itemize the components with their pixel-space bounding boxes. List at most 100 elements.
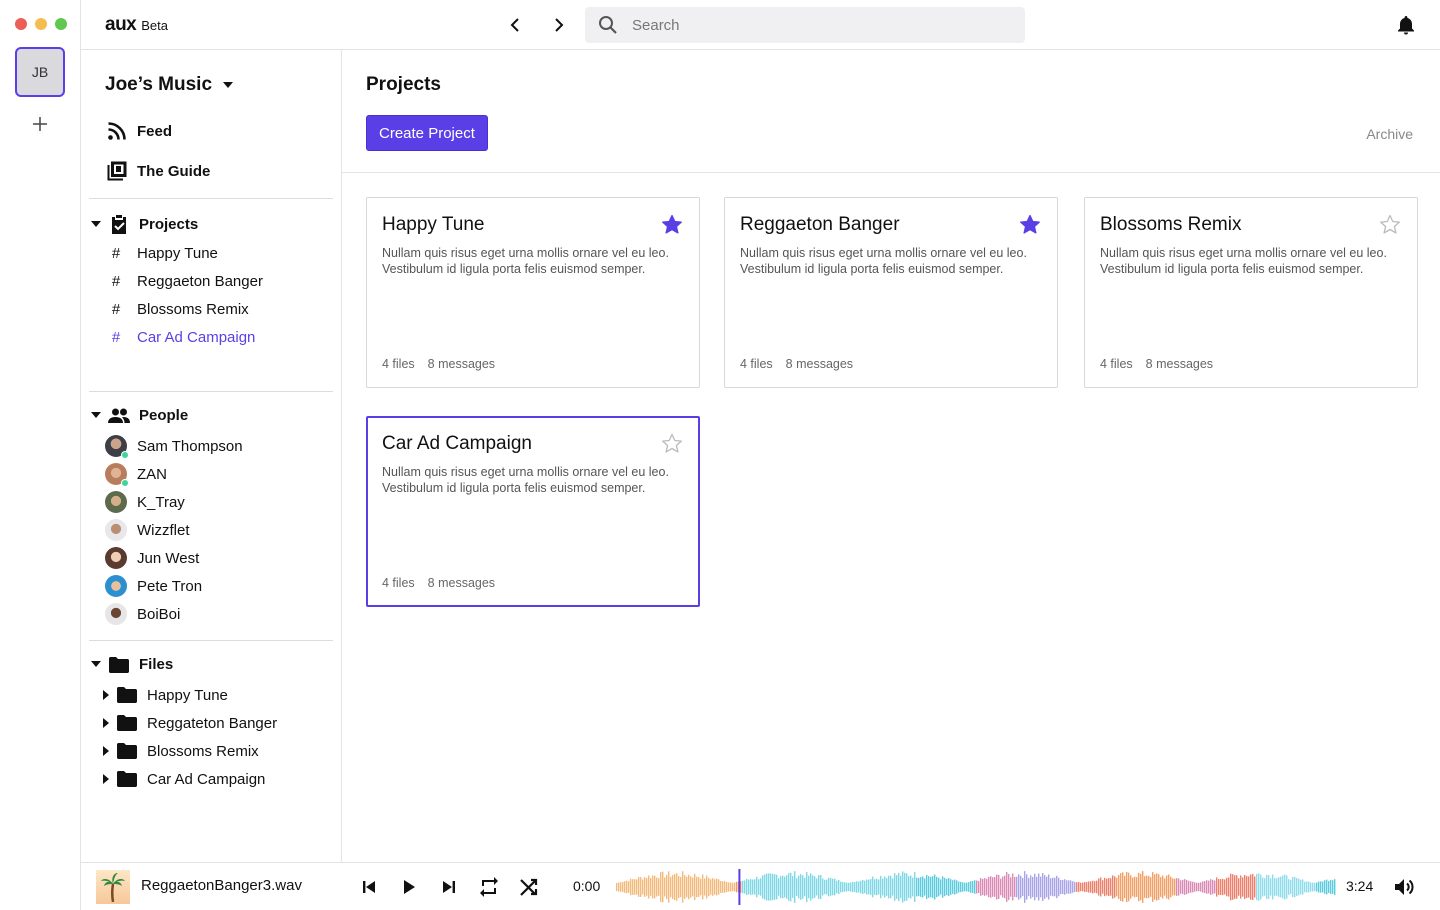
hash-icon: # <box>111 244 121 262</box>
waveform-scrubber[interactable] <box>616 869 1336 905</box>
waveform-bar <box>900 875 902 899</box>
waveform-bar <box>1306 881 1308 893</box>
waveform-bar <box>922 876 924 898</box>
waveform-bar <box>696 876 698 898</box>
playhead[interactable] <box>738 869 741 905</box>
workspace-switcher[interactable]: Joe’s Music <box>105 74 234 96</box>
sidebar-item-guide[interactable]: The Guide <box>107 161 210 181</box>
waveform-bar <box>1228 877 1230 897</box>
favorite-toggle[interactable] <box>1019 214 1041 236</box>
file-folder-item[interactable]: Car Ad Campaign <box>101 767 265 791</box>
folder-label: Happy Tune <box>147 686 228 704</box>
play-button[interactable] <box>397 875 421 899</box>
waveform-bar <box>722 881 724 893</box>
waveform-bar <box>1254 876 1256 898</box>
favorite-toggle[interactable] <box>661 214 683 236</box>
favorite-toggle[interactable] <box>661 433 683 455</box>
person-item[interactable]: Wizzflet <box>105 518 190 542</box>
waveform-bar <box>1168 874 1170 900</box>
caret-right-icon <box>103 718 109 728</box>
waveform-bar <box>1272 874 1274 900</box>
waveform-bar <box>772 873 774 901</box>
project-card[interactable]: Reggaeton Banger Nullam quis risus eget u… <box>724 197 1058 388</box>
waveform-bar <box>638 877 640 897</box>
waveform-bar <box>1136 877 1138 897</box>
logo-beta-label: Beta <box>141 18 168 33</box>
previous-track-button[interactable] <box>357 875 381 899</box>
project-item-reggaeton-banger[interactable]: # Reggaeton Banger <box>105 269 263 293</box>
waveform-bar <box>1006 872 1008 902</box>
volume-button[interactable] <box>1392 875 1416 899</box>
waveform-bar <box>866 879 868 895</box>
waveform-bar <box>948 877 950 897</box>
file-folder-item[interactable]: Blossoms Remix <box>101 739 259 763</box>
star-icon <box>662 214 682 234</box>
notifications-button[interactable] <box>1394 13 1418 37</box>
waveform-bar <box>1100 877 1102 897</box>
person-item[interactable]: K_Tray <box>105 490 185 514</box>
project-item-car-ad-campaign[interactable]: # Car Ad Campaign <box>105 325 256 349</box>
minimize-window-button[interactable] <box>35 18 47 30</box>
add-workspace-button[interactable] <box>28 112 52 136</box>
waveform-bar <box>934 874 936 900</box>
waveform-bar <box>1288 879 1290 895</box>
close-window-button[interactable] <box>15 18 27 30</box>
next-track-button[interactable] <box>437 875 461 899</box>
workspace-button[interactable]: JB <box>15 47 65 97</box>
waveform-bar <box>1106 878 1108 896</box>
project-item-happy-tune[interactable]: # Happy Tune <box>105 241 218 265</box>
favorite-toggle[interactable] <box>1379 214 1401 236</box>
waveform-bar <box>668 871 670 903</box>
skip-next-icon <box>443 881 455 893</box>
shuffle-button[interactable] <box>517 875 541 899</box>
waveform-bar <box>1080 882 1082 892</box>
archive-link[interactable]: Archive <box>1366 126 1413 142</box>
waveform-bar <box>692 877 694 897</box>
file-folder-item[interactable]: Happy Tune <box>101 683 228 707</box>
people-section-header[interactable]: People <box>89 407 188 424</box>
projects-section-header[interactable]: Projects <box>89 214 198 235</box>
waveform-bar <box>764 874 766 900</box>
waveform-bar <box>936 876 938 898</box>
waveform-bar <box>944 877 946 897</box>
waveform-bar <box>1182 879 1184 895</box>
person-item[interactable]: Pete Tron <box>105 574 202 598</box>
maximize-window-button[interactable] <box>55 18 67 30</box>
project-card[interactable]: Happy Tune Nullam quis risus eget urna mo… <box>366 197 700 388</box>
waveform-bar <box>1020 875 1022 899</box>
sidebar-item-feed[interactable]: Feed <box>107 121 172 141</box>
waveform-bar <box>1282 875 1284 899</box>
waveform-bar <box>1010 877 1012 897</box>
waveform-bar <box>906 873 908 901</box>
waveform-bar <box>1320 881 1322 893</box>
project-card[interactable]: Car Ad Campaign Nullam quis risus eget ur… <box>366 416 700 607</box>
waveform-bar <box>1332 880 1334 894</box>
person-item[interactable]: Sam Thompson <box>105 434 243 459</box>
person-item[interactable]: Jun West <box>105 546 199 570</box>
repeat-button[interactable] <box>477 875 501 899</box>
waveform-bar <box>1156 873 1158 901</box>
files-section-header[interactable]: Files <box>89 656 173 673</box>
project-card[interactable]: Blossoms Remix Nullam quis risus eget urn… <box>1084 197 1418 388</box>
waveform-bar <box>1226 877 1228 897</box>
back-button[interactable] <box>503 13 527 37</box>
waveform-bar <box>856 881 858 893</box>
waveform-bar <box>786 875 788 899</box>
project-item-blossoms-remix[interactable]: # Blossoms Remix <box>105 297 249 321</box>
create-project-button[interactable]: Create Project <box>366 115 488 151</box>
search-input[interactable] <box>632 16 1012 34</box>
waveform-bar <box>1034 873 1036 901</box>
person-item[interactable]: BoiBoi <box>105 602 180 626</box>
card-meta: 4 files 8 messages <box>740 357 853 371</box>
forward-button[interactable] <box>547 13 571 37</box>
waveform-bar <box>1184 879 1186 895</box>
waveform-bar <box>678 876 680 898</box>
waveform-bar <box>1164 878 1166 896</box>
people-icon <box>108 408 130 423</box>
waveform-bar <box>630 878 632 896</box>
waveform-bar <box>810 873 812 901</box>
shuffle-icon <box>520 878 538 896</box>
waveform-bar <box>688 874 690 900</box>
person-item[interactable]: ZAN <box>105 462 167 487</box>
file-folder-item[interactable]: Reggateton Banger <box>101 711 277 735</box>
